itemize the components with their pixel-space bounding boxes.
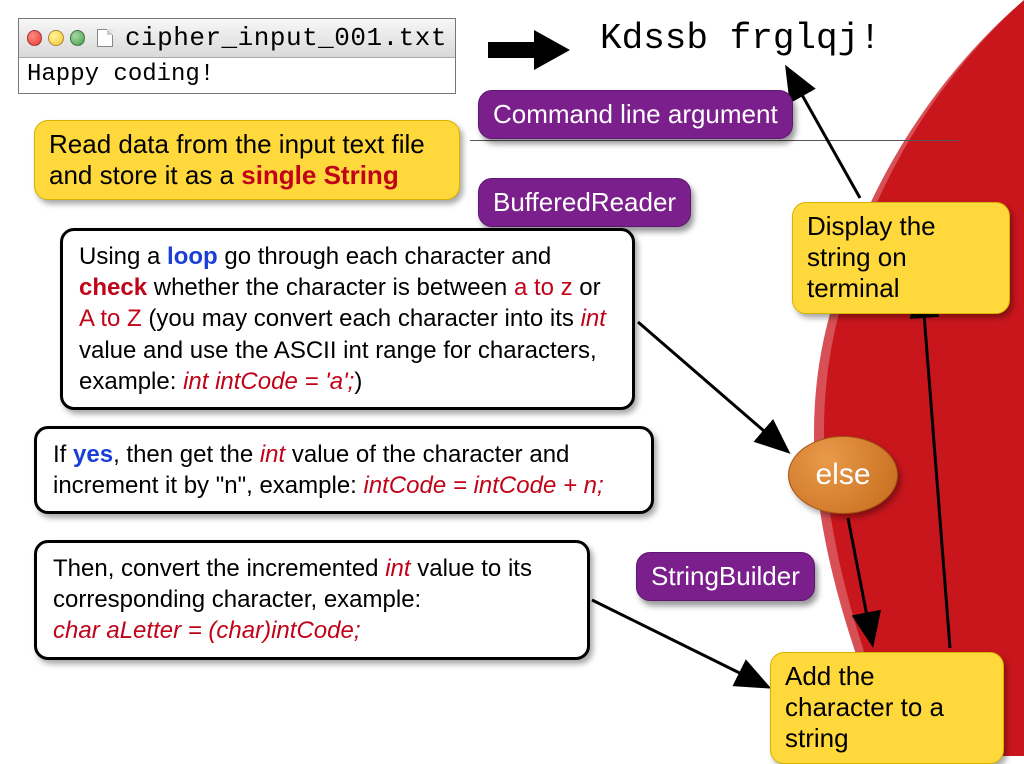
read-data-box: Read data from the input text file and s… bbox=[34, 120, 460, 200]
else-label: else bbox=[815, 458, 870, 492]
int-word-3: int bbox=[385, 555, 410, 582]
file-name: cipher_input_001.txt bbox=[125, 23, 447, 53]
command-line-label: Command line argument bbox=[493, 99, 778, 129]
display-box: Display the string on terminal bbox=[792, 202, 1010, 314]
file-window: cipher_input_001.txt Happy coding! bbox=[18, 18, 456, 94]
single-string-label: single String bbox=[241, 160, 398, 190]
document-icon bbox=[97, 29, 112, 47]
red-curve-decoration bbox=[784, 0, 1024, 756]
zoom-icon bbox=[70, 30, 85, 46]
buffered-reader-label: BufferedReader bbox=[493, 187, 676, 217]
else-box: else bbox=[788, 436, 898, 514]
loop-box: Using a loop go through each character a… bbox=[60, 228, 635, 410]
minimize-icon bbox=[48, 30, 63, 46]
a-to-z-upper: A to Z bbox=[79, 305, 142, 332]
loop-word: loop bbox=[167, 243, 218, 270]
yes-word: yes bbox=[73, 441, 113, 468]
arrow-display-to-output bbox=[780, 62, 880, 202]
command-line-box: Command line argument bbox=[478, 90, 793, 139]
yes-box: If yes, then get the int value of the ch… bbox=[34, 426, 654, 514]
arrow-loop-to-else bbox=[636, 320, 806, 480]
a-to-z-lower: a to z bbox=[514, 274, 573, 301]
output-text: Kdssb frglqj! bbox=[600, 18, 881, 59]
string-builder-label: StringBuilder bbox=[651, 561, 800, 591]
display-text: Display the string on terminal bbox=[807, 211, 936, 303]
add-char-text: Add the character to a string bbox=[785, 661, 944, 753]
loop-example: int intCode = 'a'; bbox=[183, 368, 354, 395]
convert-box: Then, convert the incremented int value … bbox=[34, 540, 590, 660]
divider bbox=[470, 140, 959, 141]
file-content: Happy coding! bbox=[19, 58, 455, 93]
yes-example: intCode = intCode + n; bbox=[364, 472, 604, 499]
close-icon bbox=[27, 30, 42, 46]
arrow-addchar-to-display bbox=[910, 280, 970, 652]
arrow-else-to-addchar bbox=[842, 516, 902, 656]
int-word-2: int bbox=[260, 441, 285, 468]
convert-example: char aLetter = (char)intCode; bbox=[53, 617, 361, 644]
string-builder-box: StringBuilder bbox=[636, 552, 815, 601]
int-word-1: int bbox=[581, 305, 606, 332]
buffered-reader-box: BufferedReader bbox=[478, 178, 691, 227]
arrow-icon bbox=[488, 30, 570, 70]
add-char-box: Add the character to a string bbox=[770, 652, 1004, 764]
arrow-convert-to-addchar bbox=[590, 598, 790, 718]
check-word: check bbox=[79, 274, 147, 301]
title-bar: cipher_input_001.txt bbox=[19, 19, 455, 58]
